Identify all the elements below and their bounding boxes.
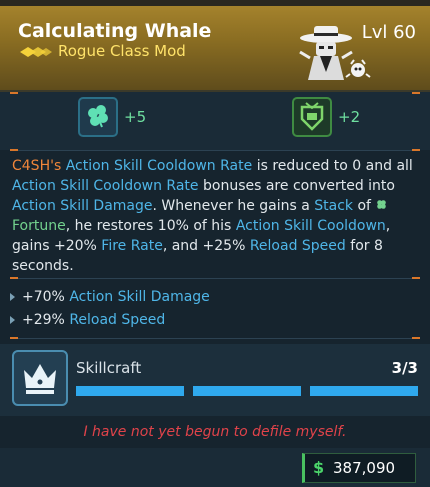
desc-text: is reduced to 0 and all: [252, 158, 413, 174]
bonus-label: Action Skill Damage: [69, 289, 210, 305]
desc-text: of: [353, 198, 376, 214]
bonus-amount: +70%: [22, 289, 65, 305]
desc-text: , he restores 10% of his: [65, 218, 236, 234]
desc-text: bonuses are converted into: [198, 178, 395, 194]
keyword: Stack: [314, 198, 354, 214]
price-tag: $ 387,090: [302, 453, 416, 483]
keyword: Action Skill Damage: [12, 198, 153, 214]
item-class: Rogue Class Mod: [58, 42, 186, 60]
fortune-label: Fortune: [12, 218, 66, 234]
skillcraft-bar-segment: [76, 386, 184, 396]
stat-clover-box: [78, 97, 118, 137]
price-value: 387,090: [333, 459, 396, 477]
character-name: C4SH's: [12, 158, 62, 174]
fortune-clover-icon: [377, 200, 387, 209]
item-title: Calculating Whale: [18, 20, 212, 42]
skillcraft-bar-segment: [193, 386, 301, 396]
keyword: Action Skill Cooldown Rate: [12, 178, 199, 194]
stat-shield-box: [292, 97, 332, 137]
bonus-label: Reload Speed: [69, 312, 166, 328]
corner-tick: [412, 337, 420, 339]
keyword: Action Skill Cooldown Rate: [65, 158, 253, 174]
keyword: Reload Speed: [249, 238, 346, 254]
item-card: Calculating Whale Rogue Class Mod Lvl 60…: [0, 0, 430, 487]
skillcraft-count: 3/3: [391, 359, 418, 377]
stat-row: [0, 92, 430, 150]
skillcraft-label: Skillcraft: [76, 359, 142, 377]
corner-tick: [412, 92, 420, 94]
dollar-icon: $: [313, 458, 325, 477]
keyword: Action Skill Cooldown: [235, 218, 386, 234]
desc-text: , and +25%: [162, 238, 250, 254]
rarity-chevrons-icon: [20, 47, 52, 57]
bonus-text: +29% Reload Speed: [22, 310, 165, 330]
class-mod-emblem-icon: [299, 26, 371, 80]
corner-tick: [10, 337, 18, 339]
bullet-arrow-icon: [10, 293, 15, 301]
item-header: Calculating Whale Rogue Class Mod Lvl 60: [0, 0, 430, 92]
item-level: Lvl 60: [361, 22, 416, 43]
divider: [10, 278, 420, 279]
stat-shield-value: +2: [338, 108, 361, 126]
item-description: C4SH's Action Skill Cooldown Rate is red…: [12, 156, 424, 276]
corner-tick: [412, 149, 420, 151]
corner-tick: [412, 277, 420, 279]
flavor-text: I have not yet begun to defile myself.: [83, 424, 347, 440]
corner-tick: [10, 277, 18, 279]
keyword: Fire Rate: [101, 238, 163, 254]
skillcraft-bar-segment: [310, 386, 418, 396]
bonus-text: +70% Action Skill Damage: [22, 287, 210, 307]
bullet-arrow-icon: [10, 316, 15, 324]
header-top-strip: [0, 0, 430, 6]
divider: [10, 150, 420, 151]
bonus-amount: +29%: [22, 312, 65, 328]
corner-tick: [10, 149, 18, 151]
clover-icon: [88, 105, 108, 128]
skillcraft-icon-box: [12, 350, 68, 406]
divider: [10, 338, 420, 339]
corner-tick: [10, 92, 18, 94]
desc-text: . Whenever he gains a: [152, 198, 315, 214]
stat-clover-value: +5: [124, 108, 147, 126]
shield-icon: [300, 102, 324, 131]
crown-icon: [24, 364, 56, 394]
